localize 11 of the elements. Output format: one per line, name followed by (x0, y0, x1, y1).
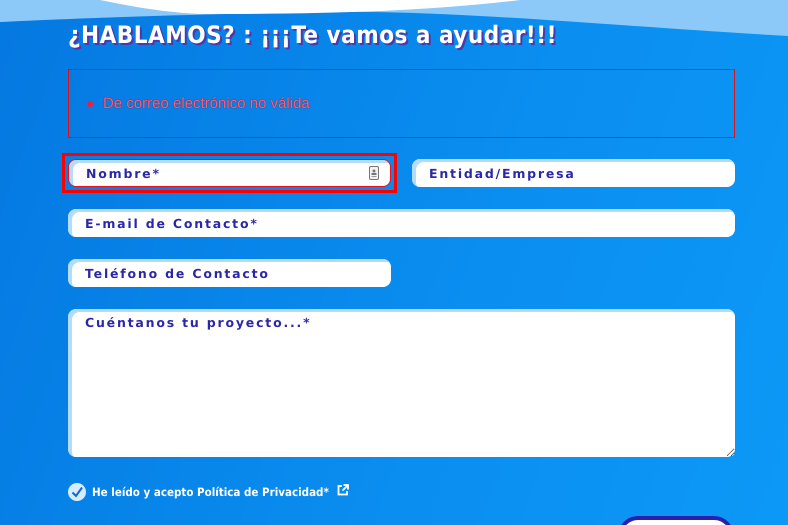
input-field[interactable]: Nombre* (68, 159, 391, 187)
input-field[interactable]: E-mail de Contacto* (68, 209, 735, 237)
error-message: De correo electrónico no válida (87, 95, 310, 112)
message-field[interactable]: Cuéntanos tu proyecto...* (68, 309, 735, 457)
external-link-icon[interactable] (336, 484, 349, 496)
input-field[interactable]: Entidad/Empresa (412, 159, 735, 187)
form-title: ¿HABLAMOS? : ¡¡¡Te vamos a ayudar!!! (68, 20, 558, 50)
contact-card-icon (369, 166, 379, 180)
privacy-policy-label[interactable]: He leído y acepto Política de Privacidad* (92, 485, 329, 499)
checkbox[interactable] (68, 483, 86, 501)
input-field[interactable]: Teléfono de Contacto (68, 259, 391, 287)
